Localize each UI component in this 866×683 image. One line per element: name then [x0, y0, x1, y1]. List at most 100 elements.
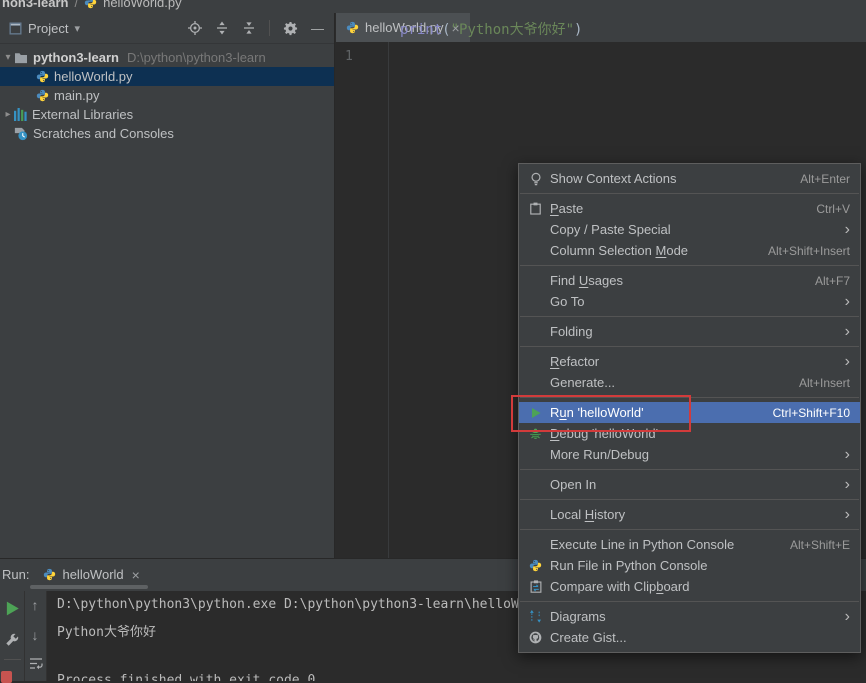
- menu-item-label: Run 'helloWorld': [550, 405, 644, 420]
- menu-item-run-file-in-python-console[interactable]: Run File in Python Console: [519, 555, 860, 576]
- menu-icon-spacer: [527, 324, 544, 340]
- tree-item-label: python3-learn: [33, 50, 119, 65]
- menu-item-label: Column Selection Mode: [550, 243, 688, 258]
- run-toolbar: [0, 591, 25, 681]
- run-tab-label: helloWorld: [62, 567, 123, 582]
- console-line: Python大爷你好: [57, 621, 156, 640]
- menu-item-shortcut: Ctrl+V: [816, 202, 850, 216]
- tree-item-main-py[interactable]: main.py: [0, 86, 334, 105]
- menu-item-label: Find Usages: [550, 273, 623, 288]
- menu-item-open-in[interactable]: Open In›: [519, 474, 860, 495]
- submenu-arrow-icon: ›: [845, 225, 850, 235]
- console-line: Process finished with exit code 0: [57, 673, 315, 681]
- run-panel-label: Run:: [2, 567, 29, 582]
- run-tab-helloworld[interactable]: helloWorld ×: [43, 567, 139, 583]
- library-icon: [14, 108, 27, 121]
- menu-separator: [520, 499, 859, 500]
- menu-item-local-history[interactable]: Local History›: [519, 504, 860, 525]
- tree-item-helloworld-py[interactable]: helloWorld.py: [0, 67, 334, 86]
- menu-item-find-usages[interactable]: Find UsagesAlt+F7: [519, 270, 860, 291]
- active-tab-underline: [30, 585, 148, 589]
- caret-collapsed-icon[interactable]: ▸: [2, 109, 14, 120]
- menu-icon-spacer: [527, 477, 544, 493]
- python-file-icon: [84, 0, 97, 9]
- debug-icon: [527, 426, 544, 442]
- collapse-all-icon[interactable]: [242, 21, 256, 35]
- title-separator: /: [74, 0, 78, 10]
- menu-item-refactor[interactable]: Refactor›: [519, 351, 860, 372]
- project-panel-header: Project ▾ —: [0, 13, 334, 44]
- menu-item-show-context-actions[interactable]: Show Context ActionsAlt+Enter: [519, 168, 860, 189]
- soft-wrap-icon[interactable]: [29, 657, 43, 670]
- editor-gutter: 1: [336, 42, 389, 558]
- menu-item-label: Show Context Actions: [550, 171, 676, 186]
- compare-icon: [527, 579, 544, 595]
- menu-item-column-selection-mode[interactable]: Column Selection ModeAlt+Shift+Insert: [519, 240, 860, 261]
- menu-item-folding[interactable]: Folding›: [519, 321, 860, 342]
- menu-item-shortcut: Ctrl+Shift+F10: [773, 406, 850, 420]
- menu-separator: [520, 265, 859, 266]
- menu-item-more-run-debug[interactable]: More Run/Debug›: [519, 444, 860, 465]
- menu-item-shortcut: Alt+Insert: [799, 376, 850, 390]
- tree-item-scratches-and-consoles[interactable]: Scratches and Consoles: [0, 124, 334, 143]
- menu-item-label: Debug 'helloWorld': [550, 426, 658, 441]
- close-icon[interactable]: ×: [132, 567, 140, 583]
- menu-item-go-to[interactable]: Go To ›: [519, 291, 860, 312]
- python-icon: [527, 558, 544, 574]
- tree-item-python3-learn[interactable]: ▾python3-learnD:\python\python3-learn: [0, 48, 334, 67]
- code-token: "Python大爷你好": [451, 22, 574, 38]
- menu-item-shortcut: Alt+Shift+E: [790, 538, 850, 552]
- expand-all-icon[interactable]: [215, 21, 229, 35]
- settings-wrench-icon[interactable]: [5, 633, 19, 647]
- caret-expanded-icon[interactable]: ▾: [2, 52, 14, 63]
- menu-item-compare-with-clipboard[interactable]: Compare with Clipboard: [519, 576, 860, 597]
- tree-item-external-libraries[interactable]: ▸ External Libraries: [0, 105, 334, 124]
- console-gutter: ↑ ↓: [25, 591, 47, 681]
- console-line: D:\python\python3\python.exe D:\python\p…: [57, 597, 574, 612]
- menu-item-copy-paste-special[interactable]: Copy / Paste Special ›: [519, 219, 860, 240]
- rerun-play-icon[interactable]: [5, 601, 20, 616]
- menu-item-run-helloworld[interactable]: Run 'helloWorld' Ctrl+Shift+F10: [519, 402, 860, 423]
- code-token: ): [574, 22, 582, 38]
- title-file-name: helloWorld.py: [103, 0, 182, 10]
- menu-item-diagrams[interactable]: Diagrams›: [519, 606, 860, 627]
- submenu-arrow-icon: ›: [845, 297, 850, 307]
- menu-item-paste[interactable]: PasteCtrl+V: [519, 198, 860, 219]
- menu-item-execute-line-in-python-console[interactable]: Execute Line in Python ConsoleAlt+Shift+…: [519, 534, 860, 555]
- toolbar-divider: [4, 659, 21, 660]
- menu-item-label: Copy / Paste Special: [550, 222, 671, 237]
- arrow-up-icon[interactable]: ↑: [27, 597, 43, 613]
- arrow-down-icon[interactable]: ↓: [27, 627, 43, 643]
- menu-icon-spacer: [527, 447, 544, 463]
- hide-panel-icon[interactable]: —: [311, 21, 324, 36]
- line-number: 1: [345, 49, 353, 64]
- menu-item-label: Go To: [550, 294, 584, 309]
- menu-item-create-gist[interactable]: Create Gist...: [519, 627, 860, 648]
- project-panel-title[interactable]: Project: [28, 21, 68, 36]
- menu-separator: [520, 469, 859, 470]
- window-title-bar: hon3-learn / helloWorld.py: [0, 0, 866, 13]
- code-token: (: [442, 22, 450, 38]
- github-icon: [527, 630, 544, 646]
- scratches-icon: [14, 127, 28, 141]
- code-token: print: [400, 22, 442, 38]
- stop-icon-partial[interactable]: [1, 671, 12, 683]
- menu-item-label: Run File in Python Console: [550, 558, 708, 573]
- menu-icon-spacer: [527, 537, 544, 553]
- menu-separator: [520, 601, 859, 602]
- tree-item-label: External Libraries: [32, 107, 133, 122]
- title-project-name: hon3-learn: [2, 0, 68, 10]
- menu-icon-spacer: [527, 375, 544, 391]
- diagram-icon: [527, 609, 544, 625]
- menu-item-generate[interactable]: Generate...Alt+Insert: [519, 372, 860, 393]
- menu-item-label: Create Gist...: [550, 630, 627, 645]
- settings-gear-icon[interactable]: [283, 21, 298, 36]
- menu-item-label: Compare with Clipboard: [550, 579, 689, 594]
- submenu-arrow-icon: ›: [845, 357, 850, 367]
- menu-item-debug-helloworld[interactable]: Debug 'helloWorld': [519, 423, 860, 444]
- project-tool-window: Project ▾ — ▾python3-learnD:\python\pyth…: [0, 13, 335, 558]
- editor-context-menu: Show Context ActionsAlt+Enter PasteCtrl+V…: [518, 163, 861, 653]
- chevron-down-icon[interactable]: ▾: [74, 22, 80, 35]
- project-window-icon: [9, 22, 22, 35]
- locate-file-icon[interactable]: [188, 21, 202, 35]
